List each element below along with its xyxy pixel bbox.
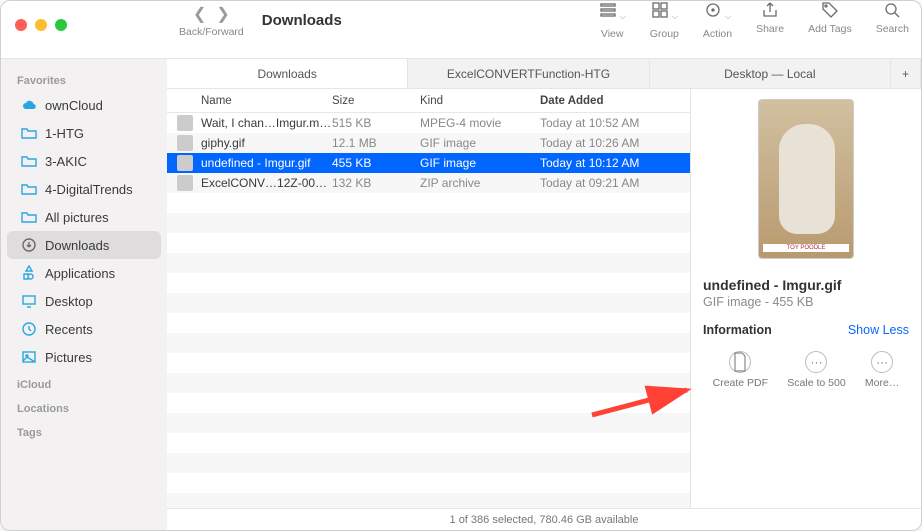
file-date: Today at 09:21 AM (540, 176, 690, 190)
tab[interactable]: Desktop — Local (650, 59, 891, 88)
sidebar-item-label: Applications (45, 266, 115, 281)
quick-action-scale-to-500[interactable]: ···Scale to 500 (787, 351, 845, 389)
minimize-window[interactable] (35, 19, 47, 31)
quick-action-create-pdf[interactable]: Create PDF (713, 351, 768, 389)
col-name[interactable]: Name (167, 95, 332, 107)
file-size: 515 KB (332, 116, 420, 130)
sidebar-item-3-akic[interactable]: 3-AKIC (7, 147, 161, 175)
sidebar-section-header: Locations (1, 395, 167, 419)
sidebar-item-desktop[interactable]: Desktop (7, 287, 161, 315)
file-name: undefined - Imgur.gif (201, 156, 332, 170)
back-forward-label: Back/Forward (179, 26, 244, 38)
back-button[interactable]: ❮ (193, 4, 206, 24)
sidebar-item-label: ownCloud (45, 98, 103, 113)
apps-icon (21, 265, 37, 281)
file-icon (177, 175, 193, 191)
view-button[interactable]: ⌵ View (599, 1, 626, 40)
file-name: ExcelCONV…12Z-001.zip (201, 176, 332, 190)
doc-icon (729, 351, 751, 373)
file-row[interactable]: Wait, I chan…Imgur.mp4515 KBMPEG-4 movie… (167, 113, 690, 133)
sidebar-item-label: 1-HTG (45, 126, 84, 141)
sidebar-section-header: Tags (1, 419, 167, 443)
clock-icon (21, 321, 37, 337)
file-kind: MPEG-4 movie (420, 116, 540, 130)
col-kind[interactable]: Kind (420, 95, 540, 107)
back-forward-group: ❮ ❯ Back/Forward (179, 4, 244, 38)
sidebar-item-4-digitaltrends[interactable]: 4-DigitalTrends (7, 175, 161, 203)
file-date: Today at 10:26 AM (540, 136, 690, 150)
sidebar-item-1-htg[interactable]: 1-HTG (7, 119, 161, 147)
addtags-button[interactable]: Add Tags (808, 1, 852, 40)
sidebar-section-header: Favorites (1, 67, 167, 91)
file-icon (177, 135, 193, 151)
sidebar: Favorites ownCloud 1-HTG 3-AKIC 4-DigitalTre… (1, 59, 167, 530)
sidebar-section-header: iCloud (1, 371, 167, 395)
quick-action-more-[interactable]: ···More… (865, 351, 899, 389)
preview-panel: undefined - Imgur.gif GIF image - 455 KB… (691, 89, 921, 508)
sidebar-item-label: Pictures (45, 350, 92, 365)
show-less-link[interactable]: Show Less (848, 323, 909, 337)
tab[interactable]: Downloads (167, 59, 408, 88)
download-icon (21, 237, 37, 253)
sidebar-item-applications[interactable]: Applications (7, 259, 161, 287)
file-row[interactable]: ExcelCONV…12Z-001.zip132 KBZIP archiveTo… (167, 173, 690, 193)
sidebar-item-label: 4-DigitalTrends (45, 182, 133, 197)
status-bar: 1 of 386 selected, 780.46 GB available (167, 508, 921, 530)
preview-subtitle: GIF image - 455 KB (703, 295, 909, 309)
sidebar-item-label: Recents (45, 322, 93, 337)
zoom-window[interactable] (55, 19, 67, 31)
sidebar-item-owncloud[interactable]: ownCloud (7, 91, 161, 119)
sidebar-item-label: Desktop (45, 294, 93, 309)
file-kind: GIF image (420, 156, 540, 170)
col-size[interactable]: Size (332, 95, 420, 107)
sidebar-item-recents[interactable]: Recents (7, 315, 161, 343)
sidebar-item-pictures[interactable]: Pictures (7, 343, 161, 371)
file-date: Today at 10:12 AM (540, 156, 690, 170)
folder-icon (21, 209, 37, 225)
forward-button[interactable]: ❯ (216, 4, 229, 24)
sidebar-item-all-pictures[interactable]: All pictures (7, 203, 161, 231)
file-kind: GIF image (420, 136, 540, 150)
search-button[interactable]: Search (876, 1, 909, 40)
sidebar-item-label: All pictures (45, 210, 109, 225)
file-kind: ZIP archive (420, 176, 540, 190)
new-tab-button[interactable]: + (891, 59, 921, 88)
file-size: 12.1 MB (332, 136, 420, 150)
desktop-icon (21, 293, 37, 309)
action-button[interactable]: ⌵ Action (703, 1, 732, 40)
more-icon: ··· (871, 351, 893, 373)
sidebar-item-label: Downloads (45, 238, 109, 253)
share-button[interactable]: Share (756, 1, 784, 40)
file-list[interactable]: Wait, I chan…Imgur.mp4515 KBMPEG-4 movie… (167, 113, 690, 508)
file-row[interactable]: undefined - Imgur.gif455 KBGIF imageToda… (167, 153, 690, 173)
preview-title: undefined - Imgur.gif (703, 277, 909, 293)
file-row[interactable]: giphy.gif12.1 MBGIF imageToday at 10:26 … (167, 133, 690, 153)
image-icon (21, 349, 37, 365)
more-icon: ··· (805, 351, 827, 373)
folder-icon (21, 125, 37, 141)
close-window[interactable] (15, 19, 27, 31)
info-label: Information (703, 323, 772, 337)
group-button[interactable]: ⌵ Group (650, 1, 679, 40)
preview-thumbnail (758, 99, 854, 259)
window-title: Downloads (262, 12, 342, 29)
col-date[interactable]: Date Added (540, 95, 690, 107)
cloud-icon (21, 97, 37, 113)
file-date: Today at 10:52 AM (540, 116, 690, 130)
file-icon (177, 115, 193, 131)
file-icon (177, 155, 193, 171)
file-size: 455 KB (332, 156, 420, 170)
column-headers[interactable]: Name Size Kind Date Added (167, 89, 690, 113)
folder-icon (21, 181, 37, 197)
file-name: Wait, I chan…Imgur.mp4 (201, 116, 332, 130)
tab[interactable]: ExcelCONVERTFunction-HTG (408, 59, 649, 88)
file-size: 132 KB (332, 176, 420, 190)
sidebar-item-label: 3-AKIC (45, 154, 87, 169)
folder-icon (21, 153, 37, 169)
sidebar-item-downloads[interactable]: Downloads (7, 231, 161, 259)
file-name: giphy.gif (201, 136, 332, 150)
